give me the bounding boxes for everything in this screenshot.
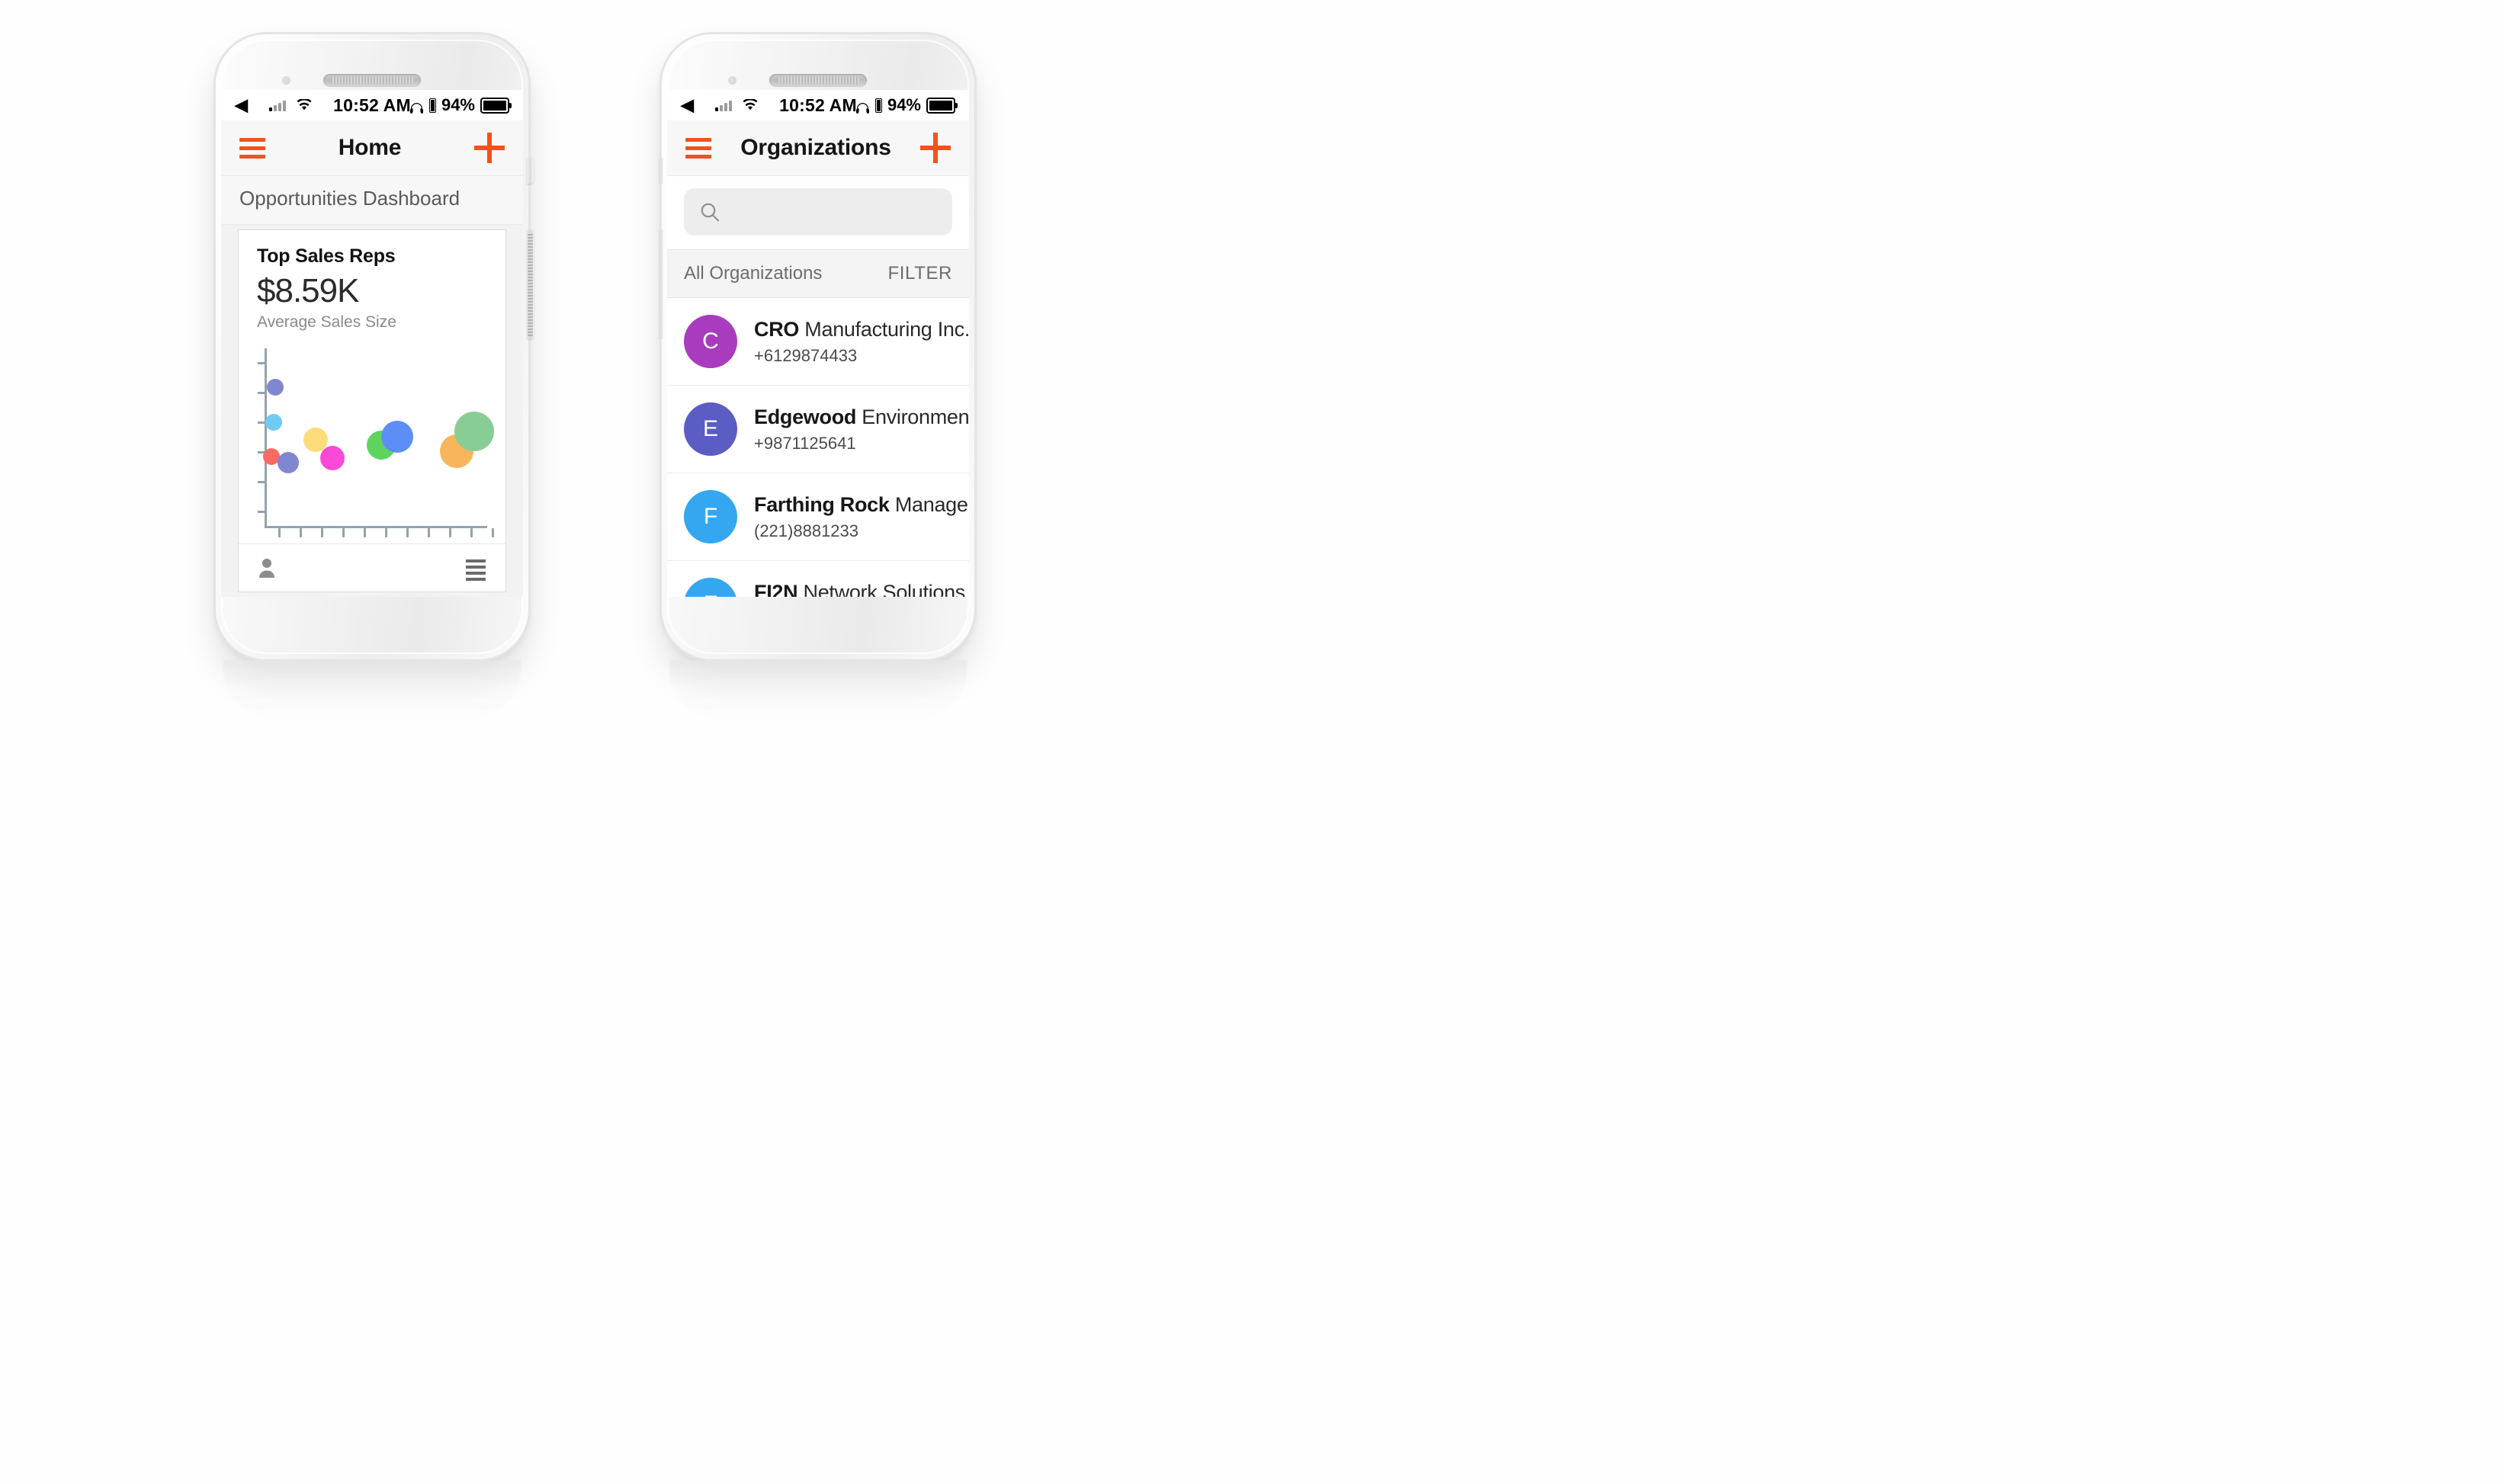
- bubble-point[interactable]: [265, 413, 282, 431]
- status-right-group: 94%: [409, 95, 512, 115]
- battery-icon: [480, 97, 512, 114]
- organization-text: Edgewood Environmental LLC. +9871125641: [754, 405, 969, 454]
- front-camera: [282, 76, 290, 85]
- bubble-point[interactable]: [319, 445, 345, 470]
- bubble-chart: [257, 348, 495, 539]
- battery-percent: 94%: [887, 95, 921, 114]
- power-button[interactable]: [656, 158, 663, 184]
- nav-bar-left: Home: [221, 120, 523, 176]
- y-axis-tick: [258, 511, 267, 513]
- earpiece-speaker: [323, 74, 421, 87]
- organization-name: Edgewood Environmental LLC.: [754, 405, 969, 428]
- organization-text: Farthing Rock Management (221)8881233: [754, 492, 969, 541]
- hamburger-menu-icon[interactable]: [239, 137, 265, 159]
- phone-right-screen: ◀ 10:52 AM 94% Organizations All Organiz…: [667, 90, 969, 597]
- plus-icon[interactable]: [920, 133, 951, 163]
- front-camera: [728, 76, 736, 85]
- bubble-point[interactable]: [454, 412, 495, 452]
- x-axis-tick: [385, 528, 387, 537]
- organization-row[interactable]: E Edgewood Environmental LLC. +9871125641: [667, 386, 969, 473]
- organization-text: FI2N Network Solutions+8467572988-1677: [754, 580, 966, 598]
- volume-button[interactable]: [656, 229, 663, 339]
- y-axis-tick: [258, 481, 267, 483]
- phone-right-reflection: [669, 660, 967, 720]
- organization-name: Farthing Rock Management: [754, 492, 969, 516]
- dashboard-card-list: Top Sales Reps $8.59K Average Sales Size: [221, 225, 523, 597]
- headphones-icon: [855, 99, 870, 114]
- organization-text: CRO Manufacturing Inc. +6129874433: [754, 317, 969, 366]
- organization-list[interactable]: C CRO Manufacturing Inc. +6129874433 E Edgew…: [667, 298, 969, 597]
- search-box[interactable]: [684, 188, 969, 236]
- phone-left-screen: ◀ 10:52 AM 94% Home Opportunities Dashbo…: [221, 90, 523, 597]
- headphones-icon: [409, 99, 424, 114]
- card-footer: [239, 543, 505, 591]
- battery-icon: [926, 97, 958, 114]
- dashboard-label: Opportunities Dashboard: [221, 176, 523, 225]
- avatar: F: [684, 490, 737, 543]
- battery-small-icon: [874, 98, 882, 113]
- x-axis-tick: [449, 528, 451, 537]
- card-top-sales-reps[interactable]: Top Sales Reps $8.59K Average Sales Size: [238, 229, 506, 592]
- x-axis-tick: [342, 528, 345, 537]
- organization-name: CRO Manufacturing Inc.: [754, 317, 969, 341]
- x-axis-tick: [470, 528, 473, 537]
- page-title: Organizations: [740, 135, 891, 160]
- x-axis-tick: [406, 528, 409, 537]
- bubble-point[interactable]: [381, 420, 414, 453]
- status-right-group: 94%: [855, 95, 958, 115]
- list-header: All Organizations FILTER: [667, 249, 969, 298]
- avatar: C: [684, 315, 737, 368]
- organization-phone: +6129874433: [754, 345, 858, 365]
- card-value: $8.59K: [257, 272, 359, 309]
- card-subtitle: Average Sales Size: [257, 313, 396, 331]
- search-icon: [699, 201, 720, 223]
- volume-button[interactable]: [527, 229, 534, 339]
- phone-left-device: ◀ 10:52 AM 94% Home Opportunities Dashbo…: [216, 34, 534, 659]
- list-scope-label: All Organizations: [684, 263, 823, 284]
- plus-icon[interactable]: [474, 133, 505, 163]
- x-axis-tick: [428, 528, 430, 537]
- x-axis-tick: [278, 528, 281, 537]
- organization-row[interactable]: F Farthing Rock Management (221)8881233: [667, 473, 969, 561]
- page-title: Home: [338, 135, 402, 160]
- bubble-point[interactable]: [277, 452, 299, 474]
- card-title: Top Sales Reps: [257, 245, 396, 267]
- organization-phone: +9871125641: [754, 433, 856, 453]
- y-axis-tick: [258, 392, 267, 394]
- organization-row[interactable]: F FI2N Network Solutions+8467572988-1677: [667, 561, 969, 597]
- search-bar-container: [667, 176, 969, 249]
- status-bar-right: ◀ 10:52 AM 94%: [667, 90, 969, 120]
- power-button[interactable]: [527, 158, 534, 184]
- search-input[interactable]: [731, 200, 969, 223]
- scene-background: ◀ 10:52 AM 94% Home Opportunities Dashbo…: [0, 0, 2503, 1484]
- battery-small-icon: [428, 98, 436, 113]
- avatar: E: [684, 402, 737, 456]
- nav-bar-right: Organizations: [667, 120, 969, 176]
- x-axis: [265, 526, 487, 528]
- person-icon[interactable]: [258, 558, 275, 578]
- hamburger-menu-icon[interactable]: [685, 137, 711, 159]
- battery-percent: 94%: [441, 95, 475, 114]
- phone-left-reflection: [223, 660, 521, 720]
- organization-phone: (221)8881233: [754, 521, 859, 540]
- avatar: F: [684, 578, 737, 597]
- organization-name: FI2N Network Solutions: [754, 580, 966, 598]
- filter-button[interactable]: FILTER: [888, 263, 953, 284]
- x-axis-tick: [300, 528, 302, 537]
- list-view-icon[interactable]: [466, 559, 486, 581]
- x-axis-tick: [492, 528, 494, 537]
- status-bar-left: ◀ 10:52 AM 94%: [221, 90, 523, 120]
- x-axis-tick: [321, 528, 323, 537]
- earpiece-speaker: [769, 74, 867, 87]
- bubble-point[interactable]: [266, 379, 284, 396]
- y-axis: [265, 348, 267, 528]
- organization-row[interactable]: C CRO Manufacturing Inc. +6129874433: [667, 298, 969, 386]
- x-axis-tick: [364, 528, 366, 537]
- phone-right-device: ◀ 10:52 AM 94% Organizations All Organiz…: [656, 34, 974, 659]
- y-axis-tick: [258, 362, 267, 364]
